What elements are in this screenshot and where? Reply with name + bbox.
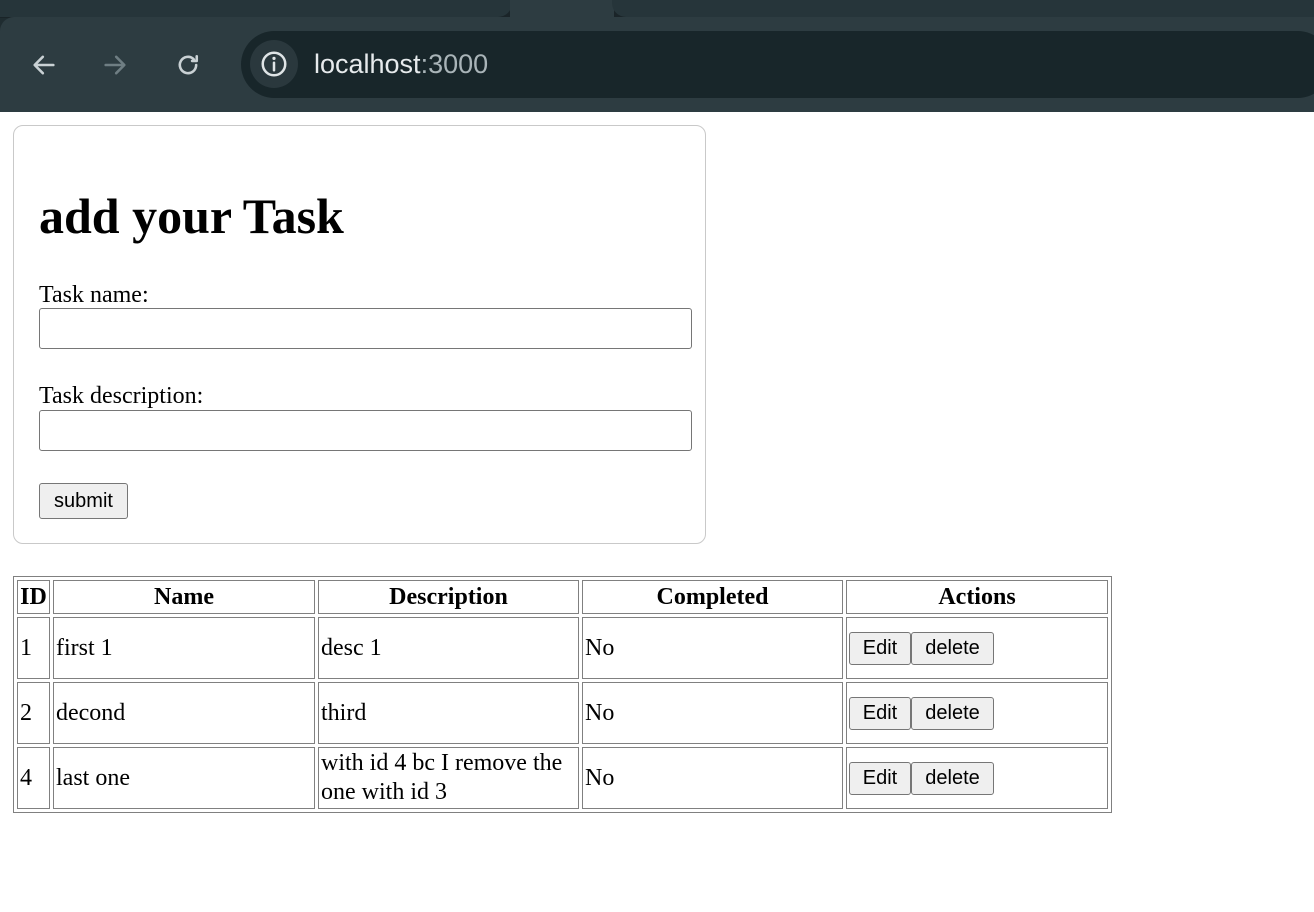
site-info-button[interactable] bbox=[250, 40, 298, 88]
description-text: third bbox=[321, 699, 367, 726]
column-header-id: ID bbox=[17, 580, 50, 614]
edit-button[interactable]: Edit bbox=[849, 761, 911, 795]
back-button[interactable] bbox=[26, 47, 62, 83]
reload-icon bbox=[178, 54, 199, 75]
cell-description: with id 4 bc I remove the one with id 3 bbox=[318, 747, 579, 809]
url-host: localhost bbox=[314, 49, 421, 79]
description-text: with id 4 bc I remove the one with id 3 bbox=[321, 750, 563, 805]
cell-id: 2 bbox=[17, 682, 50, 744]
tab-strip bbox=[0, 0, 1314, 18]
cell-completed: No bbox=[582, 682, 843, 744]
url-text[interactable]: localhost:3000 bbox=[314, 44, 488, 84]
cell-actions: Edit delete bbox=[846, 617, 1108, 679]
arrow-right-icon bbox=[104, 55, 126, 75]
cell-name: first 1 bbox=[53, 617, 315, 679]
submit-button[interactable]: submit bbox=[39, 483, 128, 519]
cell-description: desc 1 bbox=[318, 617, 579, 679]
row-actions: Edit delete bbox=[849, 696, 1105, 730]
task-description-label: Task description: bbox=[39, 383, 204, 409]
browser-chrome: localhost:3000 bbox=[0, 0, 1314, 112]
url-port: :3000 bbox=[420, 49, 489, 79]
delete-button[interactable]: delete bbox=[911, 631, 994, 665]
tab-inactive[interactable] bbox=[612, 0, 1314, 17]
edit-button[interactable]: Edit bbox=[849, 631, 911, 665]
table-header-row: ID Name Description Completed Actions bbox=[17, 580, 1108, 614]
task-name-label: Task name: bbox=[39, 282, 149, 308]
cell-name: decond bbox=[53, 682, 315, 744]
row-actions: Edit delete bbox=[849, 761, 1105, 795]
task-form-card: add your Task Task name: Task descriptio… bbox=[13, 125, 706, 544]
task-description-input[interactable] bbox=[39, 410, 692, 451]
tab-active[interactable] bbox=[510, 0, 614, 18]
delete-button[interactable]: delete bbox=[911, 696, 994, 730]
cell-id: 4 bbox=[17, 747, 50, 809]
info-icon bbox=[261, 51, 287, 77]
description-text: desc 1 bbox=[321, 634, 382, 661]
table-row: 1 first 1 desc 1 No Edit delete bbox=[17, 617, 1108, 679]
tab-inactive[interactable] bbox=[0, 0, 512, 17]
cell-completed: No bbox=[582, 617, 843, 679]
forward-button[interactable] bbox=[97, 47, 133, 83]
reload-button[interactable] bbox=[170, 47, 206, 83]
delete-button[interactable]: delete bbox=[911, 761, 994, 795]
table-row: 2 decond third No Edit delete bbox=[17, 682, 1108, 744]
cell-id: 1 bbox=[17, 617, 50, 679]
tasks-table: ID Name Description Completed Actions 1 … bbox=[13, 576, 1112, 813]
cell-name: last one bbox=[53, 747, 315, 809]
arrow-left-icon bbox=[33, 55, 55, 75]
row-actions: Edit delete bbox=[849, 631, 1105, 665]
column-header-name: Name bbox=[53, 580, 315, 614]
cell-actions: Edit delete bbox=[846, 682, 1108, 744]
edit-button[interactable]: Edit bbox=[849, 696, 911, 730]
column-header-completed: Completed bbox=[582, 580, 843, 614]
cell-description: third bbox=[318, 682, 579, 744]
cell-actions: Edit delete bbox=[846, 747, 1108, 809]
cell-completed: No bbox=[582, 747, 843, 809]
column-header-actions: Actions bbox=[846, 580, 1108, 614]
task-name-input[interactable] bbox=[39, 308, 692, 349]
column-header-description: Description bbox=[318, 580, 579, 614]
form-heading: add your Task bbox=[39, 188, 344, 244]
table-row: 4 last one with id 4 bc I remove the one… bbox=[17, 747, 1108, 809]
